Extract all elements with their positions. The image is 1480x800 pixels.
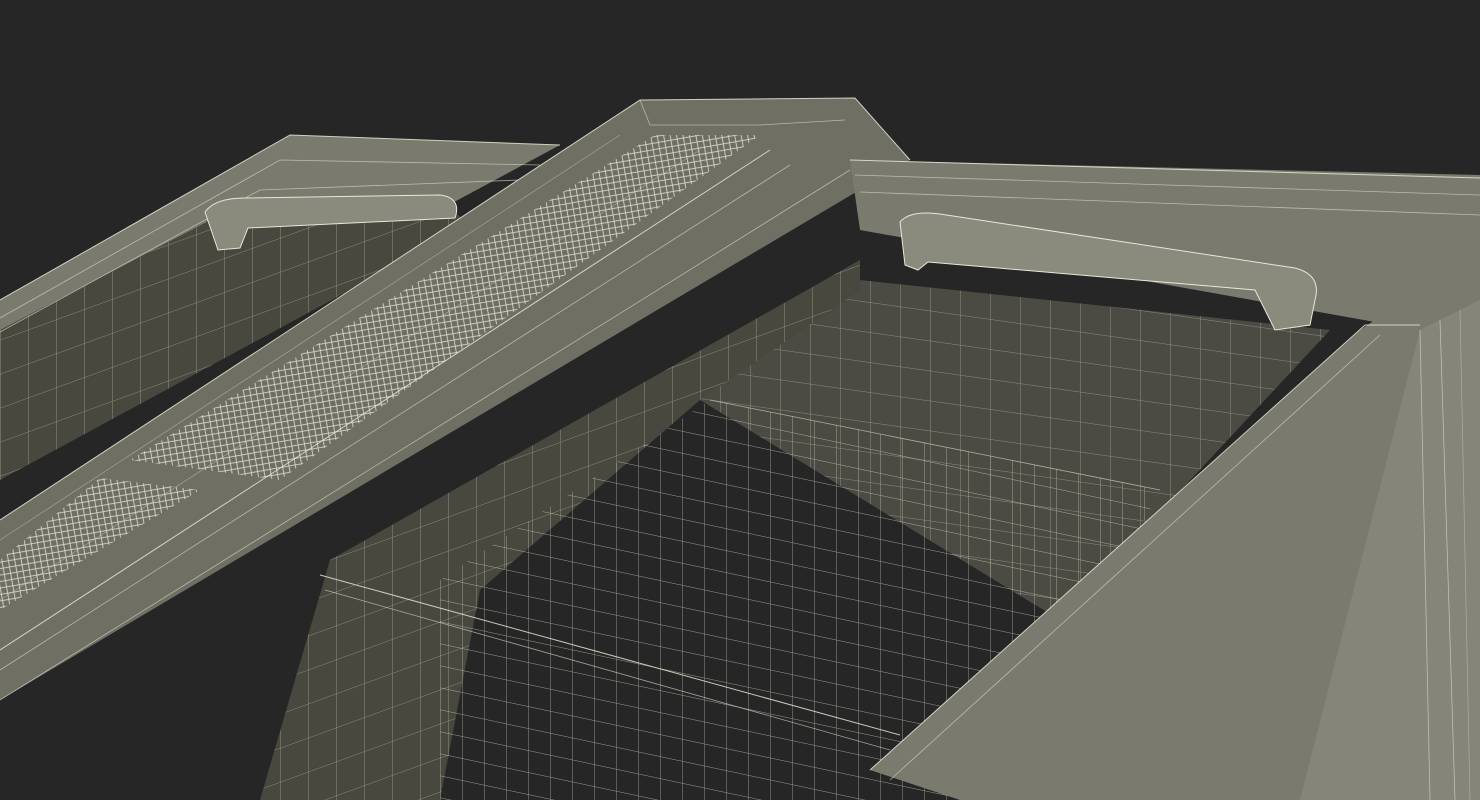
freezer-wireframe-render [0,97,1480,800]
